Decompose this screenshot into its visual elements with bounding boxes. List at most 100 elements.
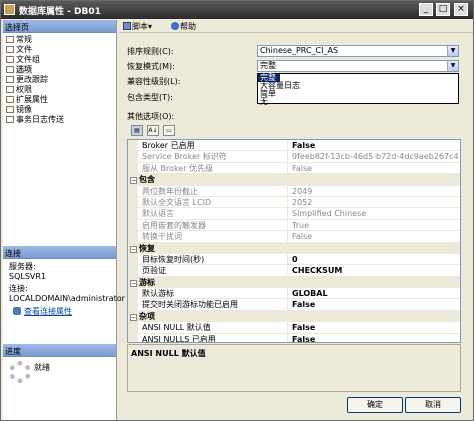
page-label: 文件组	[16, 55, 40, 64]
dropdown-option-none[interactable]: 无	[258, 98, 458, 106]
page-label: 常规	[16, 35, 32, 44]
collapse-icon[interactable]: −	[130, 279, 137, 287]
connection-value: LOCALDOMAIN\administrator	[9, 294, 125, 303]
property-name: Broker 已启用	[142, 140, 288, 151]
property-value[interactable]: False	[292, 322, 460, 332]
property-name: 提交时关闭游标功能已启用	[142, 299, 288, 310]
cancel-button[interactable]: 取消	[405, 397, 461, 413]
property-row[interactable]: 默认语言 Simplified Chinese	[128, 208, 460, 220]
page-label: 扩展属性	[16, 95, 48, 104]
close-button[interactable]: ×	[454, 3, 468, 16]
property-row[interactable]: Broker 已启用 False	[128, 140, 460, 152]
recovery-model-value: 完整	[260, 61, 276, 70]
property-name: ANSI NULL 默认值	[142, 322, 288, 333]
property-grid-toolbar: ▤ A↓ ▭	[131, 125, 179, 137]
property-value[interactable]: False	[292, 299, 460, 309]
collapse-icon[interactable]: −	[130, 245, 137, 253]
page-item-general[interactable]: 常规	[3, 35, 116, 45]
row-gutter	[128, 196, 138, 208]
category-row[interactable]: − 游标	[128, 276, 460, 289]
left-pane: 选择页 常规 文件 文件组 选项 更改跟踪 权限 扩展属性 镜像 事务日志传送 …	[3, 20, 125, 420]
server-label: 服务器:	[9, 262, 36, 271]
script-icon	[123, 22, 131, 30]
property-name: 两位数年份截止	[142, 185, 288, 196]
property-description: ANSI NULL 默认值	[127, 344, 461, 392]
collapse-icon[interactable]: −	[130, 177, 137, 185]
property-row[interactable]: ANSI NULLS 已启用 False	[128, 333, 460, 342]
row-gutter	[128, 288, 138, 299]
property-row[interactable]: 启用嵌套的触发器 True	[128, 219, 460, 232]
property-row[interactable]: ANSI NULL 默认值 False	[128, 322, 460, 334]
property-row[interactable]: 服从 Broker 优先级 False	[128, 162, 460, 175]
select-page-header: 选择页	[3, 20, 116, 33]
row-gutter	[128, 231, 138, 242]
page-item-extended-properties[interactable]: 扩展属性	[3, 95, 116, 105]
page-item-change-tracking[interactable]: 更改跟踪	[3, 75, 116, 85]
page-item-files[interactable]: 文件	[3, 45, 116, 55]
property-value: 9feeb82f-13cb-46d5-b72d-4dc9aeb267c4	[292, 152, 459, 162]
category-name: 杂项	[139, 311, 155, 321]
page-icon	[6, 96, 14, 103]
chevron-down-icon[interactable]: ▼	[447, 61, 458, 71]
property-row[interactable]: 转换干扰词 False	[128, 231, 460, 243]
connection-info: 服务器: SQLSVR1 连接: LOCALDOMAIN\administrat…	[3, 259, 125, 344]
property-name: Service Broker 标识符	[142, 151, 288, 162]
recovery-model-select[interactable]: 完整 ▼	[257, 60, 459, 72]
page-item-mirroring[interactable]: 镜像	[3, 105, 116, 115]
progress-status: 就绪	[34, 363, 50, 372]
category-name: 游标	[139, 277, 155, 287]
categorized-view-icon[interactable]: ▤	[131, 125, 143, 136]
page-icon	[6, 66, 14, 73]
property-grid[interactable]: Broker 已启用 False Service Broker 标识符 9feeb8…	[127, 139, 461, 343]
property-value: False	[292, 163, 313, 173]
property-name: 目标恢复时间(秒)	[142, 253, 288, 265]
page-icon	[6, 106, 14, 113]
page-icon	[6, 56, 14, 63]
collapse-icon[interactable]: −	[130, 313, 137, 321]
ok-button[interactable]: 确定	[347, 397, 403, 413]
property-value: Simplified Chinese	[292, 209, 367, 219]
connection-label: 连接:	[9, 284, 28, 293]
row-gutter	[128, 219, 138, 231]
view-connection-properties-link[interactable]: 查看连接属性	[9, 307, 113, 317]
category-row[interactable]: − 包含	[128, 174, 460, 186]
page-label: 选项	[16, 65, 32, 74]
property-pages-icon[interactable]: ▭	[163, 125, 175, 136]
property-value[interactable]: GLOBAL	[292, 288, 460, 298]
progress-area: 就绪	[3, 357, 116, 417]
maximize-button[interactable]: □	[436, 3, 450, 16]
property-value[interactable]: False	[292, 334, 460, 342]
property-row[interactable]: 提交时关闭游标功能已启用 False	[128, 299, 460, 311]
page-item-permissions[interactable]: 权限	[3, 85, 116, 95]
page-item-log-shipping[interactable]: 事务日志传送	[3, 115, 116, 125]
page-icon	[6, 76, 14, 83]
property-value: 2049	[292, 186, 313, 196]
collation-select[interactable]: Chinese_PRC_CI_AS ▼	[257, 45, 459, 57]
property-row[interactable]: 两位数年份截止 2049	[128, 185, 460, 197]
database-icon	[4, 4, 15, 15]
category-row[interactable]: − 恢复	[128, 242, 460, 254]
property-name: ANSI NULLS 已启用	[142, 333, 288, 342]
page-item-filegroups[interactable]: 文件组	[3, 55, 116, 65]
recovery-model-label: 恢复模式(M):	[127, 62, 175, 71]
link-label: 查看连接属性	[24, 307, 72, 316]
chevron-down-icon[interactable]: ▼	[447, 46, 458, 56]
minimize-button[interactable]: _	[419, 3, 433, 16]
property-row[interactable]: 默认游标 GLOBAL	[128, 288, 460, 300]
connection-properties-icon	[13, 307, 21, 315]
category-row[interactable]: − 杂项	[128, 310, 460, 323]
property-value[interactable]: 0	[292, 254, 460, 264]
alphabetical-sort-icon[interactable]: A↓	[147, 125, 159, 136]
property-value[interactable]: False	[292, 140, 460, 150]
dropdown-option-bulk-logged[interactable]: 大容量日志	[258, 82, 458, 90]
dropdown-option-simple[interactable]: 简单	[258, 90, 458, 98]
help-button[interactable]: 帮助	[171, 21, 196, 32]
page-item-options[interactable]: 选项	[3, 65, 116, 75]
property-value[interactable]: CHECKSUM	[292, 265, 460, 275]
title-bar[interactable]: 数据库属性 - DB01 _ □ ×	[1, 1, 473, 19]
property-row[interactable]: 默认全文语言 LCID 2052	[128, 196, 460, 209]
property-row[interactable]: Service Broker 标识符 9feeb82f-13cb-46d5-b72…	[128, 151, 460, 163]
script-button[interactable]: 脚本▾	[123, 21, 152, 32]
property-row[interactable]: 目标恢复时间(秒) 0	[128, 253, 460, 266]
property-row[interactable]: 页验证 CHECKSUM	[128, 265, 460, 277]
